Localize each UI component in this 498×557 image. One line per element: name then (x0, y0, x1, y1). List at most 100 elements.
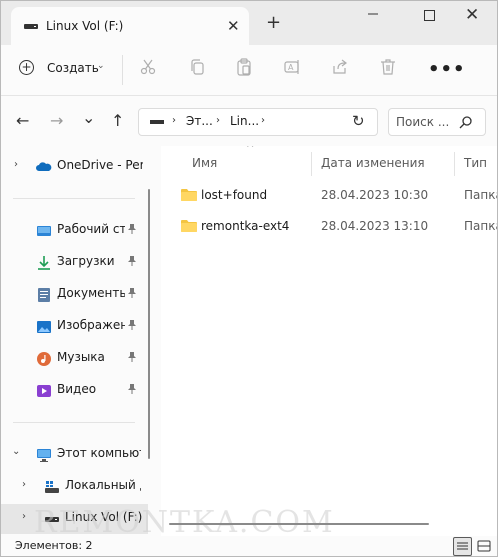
window-tab[interactable]: Linux Vol (F:) ✕ (11, 7, 249, 45)
pin-icon[interactable] (127, 223, 137, 238)
navigation-scrollbar[interactable] (148, 189, 150, 459)
music-icon (36, 351, 52, 367)
delete-icon[interactable] (379, 58, 397, 76)
file-name: remontka-ext4 (201, 219, 290, 233)
more-options-button[interactable]: ••• (428, 59, 466, 80)
sidebar-item-label: Документы (57, 286, 125, 300)
file-type: Папка с файлами (464, 188, 497, 202)
refresh-icon[interactable]: ↻ (352, 112, 365, 130)
chevron-down-icon: ⌄ (97, 61, 105, 71)
rename-icon[interactable]: A (284, 58, 302, 76)
title-bar: Linux Vol (F:) ✕ + ✕ (1, 1, 497, 45)
local-disk-icon (44, 479, 60, 495)
column-separator[interactable] (454, 152, 455, 176)
pin-icon[interactable] (127, 319, 137, 334)
file-explorer-window: Linux Vol (F:) ✕ + ✕ + Создать ⌄ A ••• ←… (0, 0, 498, 557)
onedrive-cloud-icon (36, 159, 52, 175)
this-pc-icon (36, 447, 52, 463)
recent-locations-icon[interactable]: ⌄ (82, 110, 95, 126)
command-bar: + Создать ⌄ A ••• (1, 45, 497, 96)
column-header-name[interactable]: Имя (192, 156, 217, 170)
drive-icon (24, 20, 38, 34)
sidebar-divider (13, 198, 135, 199)
desktop-icon (36, 223, 52, 239)
file-row[interactable]: lost+found 28.04.2023 10:30 Папка с файл… (171, 183, 497, 209)
chevron-right-icon[interactable]: › (14, 159, 18, 170)
new-tab-button[interactable]: + (266, 14, 281, 32)
sidebar-item-downloads[interactable]: Загрузки (1, 248, 148, 278)
svg-text:A: A (288, 63, 294, 72)
tab-title: Linux Vol (F:) (46, 19, 124, 33)
close-window-button[interactable]: ✕ (465, 5, 479, 25)
search-box[interactable] (388, 108, 486, 136)
tiles-view-icon[interactable] (476, 538, 492, 554)
minimize-button[interactable] (367, 6, 379, 23)
copy-icon[interactable] (188, 58, 206, 76)
breadcrumb-this-pc[interactable]: Эт... (186, 114, 213, 128)
pin-icon[interactable] (127, 351, 137, 366)
file-row[interactable]: remontka-ext4 28.04.2023 13:10 Папка с ф… (171, 214, 497, 240)
maximize-button[interactable] (424, 10, 435, 21)
up-arrow-icon[interactable]: ↑ (111, 113, 124, 129)
sidebar-item-music[interactable]: Музыка (1, 344, 148, 374)
item-count: Элементов: 2 (15, 539, 93, 552)
create-label: Создать (47, 61, 99, 75)
column-header-modified[interactable]: Дата изменения (321, 156, 425, 170)
sidebar-item-label: Изображения (57, 318, 125, 332)
details-view-icon[interactable] (453, 537, 472, 556)
breadcrumb-chevron-icon[interactable]: › (216, 115, 220, 126)
sidebar-divider (13, 422, 135, 423)
horizontal-scrollbar[interactable] (169, 523, 429, 525)
sort-ascending-icon: ^ (246, 146, 255, 154)
cut-icon[interactable] (139, 58, 157, 76)
back-arrow-icon[interactable]: ← (16, 113, 29, 129)
column-separator[interactable] (311, 152, 312, 176)
sidebar-item-label: Локальный диск (C:) (65, 478, 141, 492)
pictures-icon (36, 319, 52, 335)
sidebar-item-label: OneDrive - Personal (57, 158, 143, 172)
pin-icon[interactable] (127, 383, 137, 398)
close-tab-icon[interactable]: ✕ (227, 17, 240, 35)
pin-icon[interactable] (127, 255, 137, 270)
documents-icon (36, 287, 52, 303)
address-row: ← → ⌄ ↑ › Эт... › Lin... › ↻ (1, 96, 497, 146)
file-list: ^ Имя Дата изменения Тип lost+found 28.0… (161, 146, 497, 536)
toolbar-divider (122, 55, 123, 85)
column-header-type[interactable]: Тип (464, 156, 487, 170)
chevron-right-icon[interactable]: › (22, 511, 26, 522)
chevron-right-icon[interactable]: › (22, 479, 26, 490)
file-type: Папка с файлами (464, 219, 497, 233)
folder-icon (181, 219, 197, 236)
breadcrumb-chevron-icon[interactable]: › (261, 115, 265, 126)
folder-icon (181, 188, 197, 205)
sidebar-item-pictures[interactable]: Изображения (1, 312, 148, 342)
sidebar-item-this-pc[interactable]: ⌄ Этот компьютер (1, 440, 148, 470)
chevron-down-icon[interactable]: ⌄ (12, 446, 20, 457)
drive-icon (150, 120, 164, 124)
address-bar[interactable]: › Эт... › Lin... › ↻ (138, 108, 378, 136)
forward-arrow-icon[interactable]: → (50, 113, 63, 129)
file-modified: 28.04.2023 10:30 (321, 188, 429, 202)
videos-icon (36, 383, 52, 399)
sidebar-item-documents[interactable]: Документы (1, 280, 148, 310)
sidebar-item-videos[interactable]: Видео (1, 376, 148, 406)
file-name: lost+found (201, 188, 268, 202)
paste-icon[interactable] (235, 58, 253, 76)
sidebar-item-desktop[interactable]: Рабочий стол (1, 216, 148, 246)
sidebar-item-onedrive[interactable]: › OneDrive - Personal (1, 152, 148, 182)
status-bar: Элементов: 2 (1, 536, 497, 556)
share-icon[interactable] (331, 58, 349, 76)
sidebar-item-label: Этот компьютер (57, 446, 141, 460)
downloads-icon (36, 255, 52, 271)
breadcrumb-linux-vol[interactable]: Lin... (230, 114, 259, 128)
search-input[interactable] (396, 113, 458, 131)
file-modified: 28.04.2023 13:10 (321, 219, 429, 233)
sidebar-item-local-disk[interactable]: › Локальный диск (C:) (1, 472, 148, 502)
search-icon[interactable] (459, 115, 473, 132)
sidebar-item-label: Загрузки (57, 254, 115, 268)
sidebar-item-label: Видео (57, 382, 97, 396)
navigation-pane: › OneDrive - Personal Рабочий стол Загру… (1, 146, 148, 536)
plus-circle-icon: + (19, 60, 34, 75)
breadcrumb-chevron-icon[interactable]: › (172, 115, 176, 126)
pin-icon[interactable] (127, 287, 137, 302)
